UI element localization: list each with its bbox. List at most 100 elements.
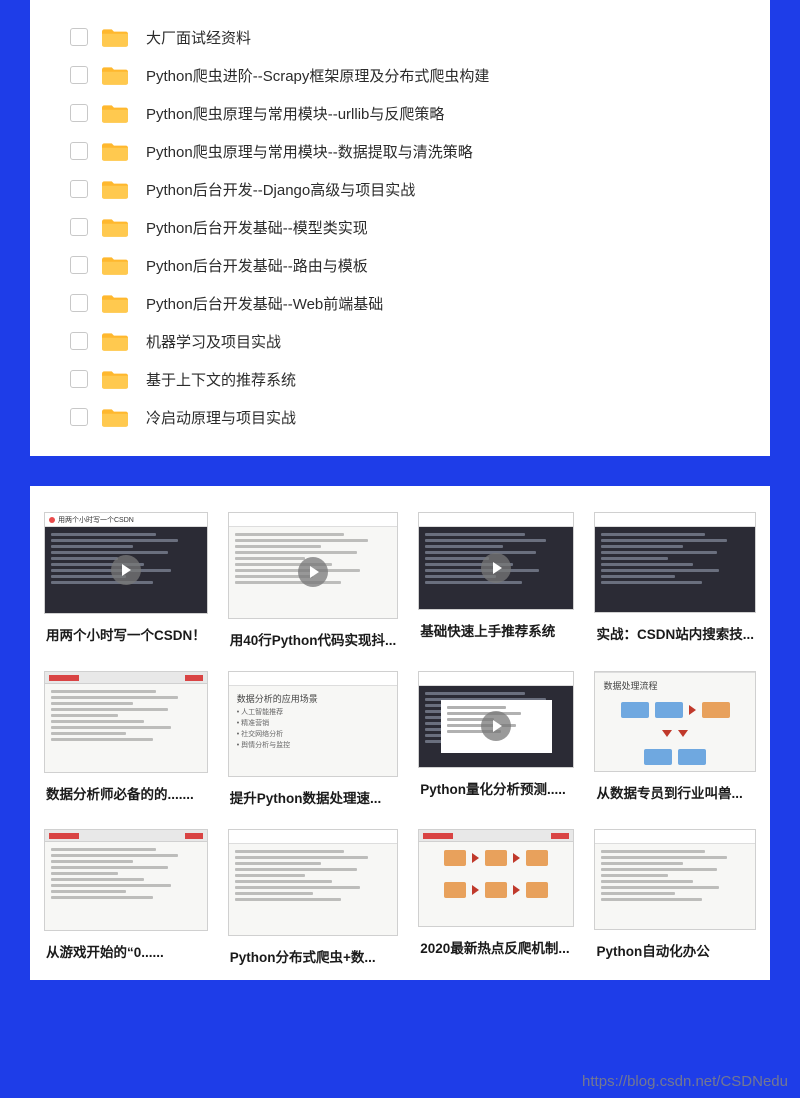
- thumb-header: [419, 513, 573, 527]
- code-lines: [595, 844, 755, 910]
- video-thumbnail[interactable]: [594, 512, 756, 613]
- folder-icon: [102, 26, 128, 48]
- thumb-header: [45, 830, 207, 842]
- video-card[interactable]: 用40行Python代码实现抖...: [228, 512, 399, 653]
- checkbox[interactable]: [70, 218, 88, 236]
- thumb-header: [595, 830, 755, 844]
- folder-label: Python后台开发基础--Web前端基础: [142, 293, 383, 314]
- checkbox[interactable]: [70, 256, 88, 274]
- folder-row[interactable]: 基于上下文的推荐系统: [40, 360, 760, 398]
- checkbox[interactable]: [70, 142, 88, 160]
- slide-title: 数据分析的应用场景: [229, 686, 398, 707]
- thumb-body: [419, 842, 573, 926]
- video-title: 用两个小时写一个CSDN！: [44, 614, 208, 648]
- video-title: 基础快速上手推荐系统: [418, 610, 574, 644]
- folder-label: Python爬虫原理与常用模块--数据提取与清洗策略: [142, 141, 473, 162]
- code-lines: [45, 842, 207, 908]
- folder-row[interactable]: 机器学习及项目实战: [40, 322, 760, 360]
- video-thumbnail[interactable]: [418, 512, 574, 610]
- video-thumbnail[interactable]: [44, 671, 208, 773]
- video-thumbnail[interactable]: [44, 829, 208, 931]
- folder-icon: [102, 254, 128, 276]
- video-card[interactable]: Python分布式爬虫+数...: [228, 829, 399, 970]
- thumb-body: 数据处理流程: [595, 673, 755, 772]
- checkbox[interactable]: [70, 408, 88, 426]
- video-thumbnail[interactable]: 数据分析的应用场景• 人工智能推荐• 精准营销• 社交网络分析• 舆情分析与监控: [228, 671, 399, 778]
- video-thumbnail[interactable]: [594, 829, 756, 930]
- folder-row[interactable]: Python后台开发基础--模型类实现: [40, 208, 760, 246]
- video-card[interactable]: 用两个小时写一个CSDN 用两个小时写一个CSDN！: [44, 512, 208, 653]
- folder-row[interactable]: Python后台开发--Django高级与项目实战: [40, 170, 760, 208]
- folder-icon: [102, 406, 128, 428]
- folder-row[interactable]: Python爬虫原理与常用模块--数据提取与清洗策略: [40, 132, 760, 170]
- play-icon[interactable]: [481, 711, 511, 741]
- video-card[interactable]: 数据分析的应用场景• 人工智能推荐• 精准营销• 社交网络分析• 舆情分析与监控…: [228, 671, 399, 812]
- thumb-header: [595, 513, 755, 527]
- video-title: 提升Python数据处理速...: [228, 777, 399, 811]
- video-title: 2020最新热点反爬机制...: [418, 927, 574, 961]
- folder-label: Python后台开发基础--路由与模板: [142, 255, 368, 276]
- video-thumbnail[interactable]: [228, 829, 399, 936]
- checkbox[interactable]: [70, 294, 88, 312]
- checkbox[interactable]: [70, 104, 88, 122]
- thumb-body: [419, 527, 573, 609]
- video-card[interactable]: 数据处理流程 从数据专员到行业叫兽...: [594, 671, 756, 812]
- video-card[interactable]: Python量化分析预测.....: [418, 671, 574, 812]
- video-title: 实战：CSDN站内搜索技...: [594, 613, 756, 647]
- video-thumbnail[interactable]: [418, 829, 574, 927]
- folder-label: Python后台开发基础--模型类实现: [142, 217, 368, 238]
- video-title: Python量化分析预测.....: [418, 768, 574, 802]
- play-icon[interactable]: [111, 555, 141, 585]
- code-lines: [229, 844, 398, 910]
- video-title: 从数据专员到行业叫兽...: [594, 772, 756, 806]
- folder-row[interactable]: Python后台开发基础--Web前端基础: [40, 284, 760, 322]
- video-card[interactable]: 实战：CSDN站内搜索技...: [594, 512, 756, 653]
- video-card[interactable]: 从游戏开始的“0......: [44, 829, 208, 970]
- thumb-header: [229, 672, 398, 686]
- video-title: 用40行Python代码实现抖...: [228, 619, 399, 653]
- folder-label: 冷启动原理与项目实战: [142, 407, 296, 428]
- video-card[interactable]: 数据分析师必备的的.......: [44, 671, 208, 812]
- video-thumbnail[interactable]: 数据处理流程: [594, 671, 756, 772]
- video-title: 数据分析师必备的的.......: [44, 773, 208, 807]
- folder-list-panel: 大厂面试经资料 Python爬虫进阶--Scrapy框架原理及分布式爬虫构建 P…: [30, 0, 770, 456]
- video-title: 从游戏开始的“0......: [44, 931, 208, 965]
- folder-icon: [102, 102, 128, 124]
- video-thumbnail[interactable]: [418, 671, 574, 769]
- watermark-text: https://blog.csdn.net/CSDNedu: [582, 1073, 788, 1090]
- thumb-body: [45, 527, 207, 613]
- play-icon[interactable]: [298, 557, 328, 587]
- video-thumbnail[interactable]: 用两个小时写一个CSDN: [44, 512, 208, 614]
- thumb-header: [45, 672, 207, 684]
- checkbox[interactable]: [70, 28, 88, 46]
- play-icon[interactable]: [481, 553, 511, 583]
- code-lines: [595, 527, 755, 593]
- folder-row[interactable]: Python爬虫原理与常用模块--urllib与反爬策略: [40, 94, 760, 132]
- flow-diagram: [419, 842, 573, 906]
- thumb-body: [45, 684, 207, 772]
- thumb-header: 用两个小时写一个CSDN: [45, 513, 207, 527]
- folder-label: 基于上下文的推荐系统: [142, 369, 296, 390]
- checkbox[interactable]: [70, 180, 88, 198]
- folder-icon: [102, 292, 128, 314]
- folder-icon: [102, 330, 128, 352]
- thumb-header: [229, 513, 398, 527]
- video-card[interactable]: 基础快速上手推荐系统: [418, 512, 574, 653]
- folder-row[interactable]: 大厂面试经资料: [40, 18, 760, 56]
- slide-title: 数据处理流程: [595, 673, 755, 694]
- code-lines: [45, 684, 207, 750]
- video-title: Python分布式爬虫+数...: [228, 936, 399, 970]
- checkbox[interactable]: [70, 332, 88, 350]
- thumb-body: [595, 527, 755, 612]
- folder-row[interactable]: Python爬虫进阶--Scrapy框架原理及分布式爬虫构建: [40, 56, 760, 94]
- video-grid-panel: 用两个小时写一个CSDN 用两个小时写一个CSDN！ 用40行Python代码实现抖…: [30, 486, 770, 980]
- folder-row[interactable]: Python后台开发基础--路由与模板: [40, 246, 760, 284]
- checkbox[interactable]: [70, 66, 88, 84]
- video-card[interactable]: 2020最新热点反爬机制...: [418, 829, 574, 970]
- video-thumbnail[interactable]: [228, 512, 399, 619]
- thumb-body: [229, 844, 398, 935]
- folder-row[interactable]: 冷启动原理与项目实战: [40, 398, 760, 436]
- checkbox[interactable]: [70, 370, 88, 388]
- video-card[interactable]: Python自动化办公: [594, 829, 756, 970]
- video-title: Python自动化办公: [594, 930, 756, 964]
